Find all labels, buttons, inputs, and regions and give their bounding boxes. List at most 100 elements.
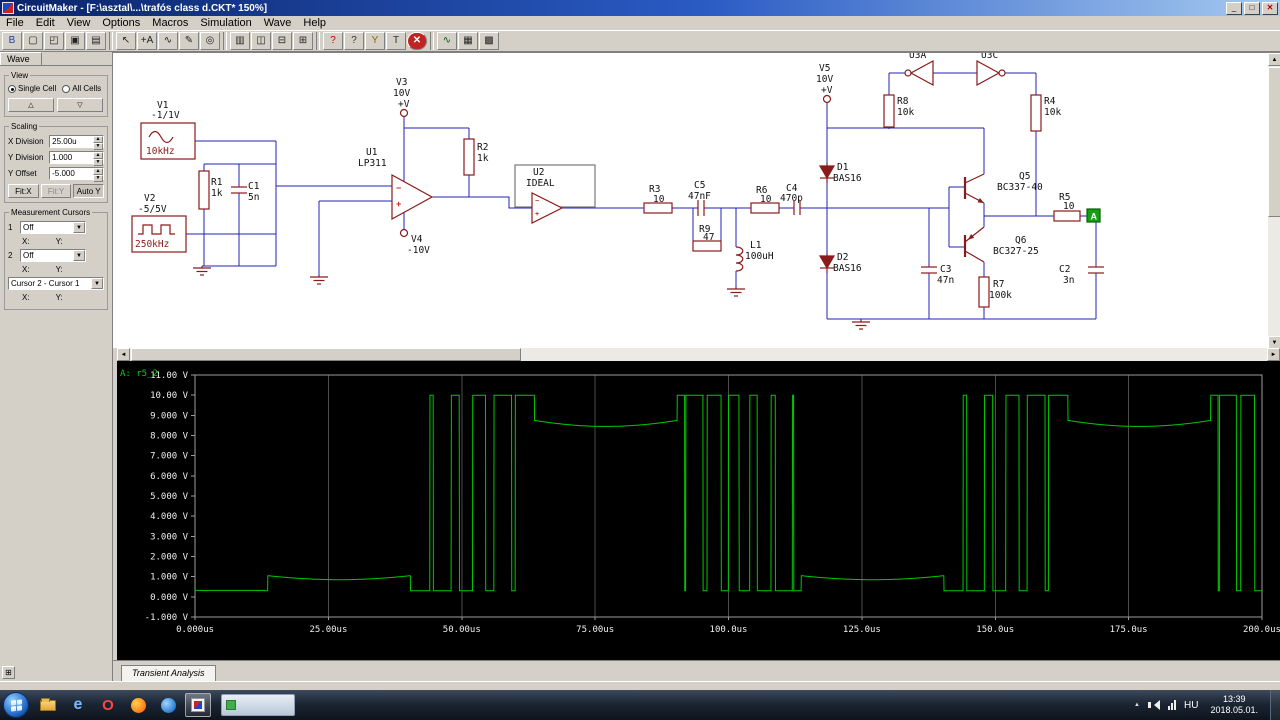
circuitmaker-logo-button[interactable]: B <box>2 32 22 50</box>
schematic-vscrollbar[interactable]: ▲ ▼ <box>1267 53 1280 348</box>
probe-time-button[interactable]: T <box>386 32 406 50</box>
device-capv[interactable] <box>1088 266 1104 274</box>
device-indv[interactable] <box>735 246 744 272</box>
waveform-plot[interactable]: 11.00 V10.00 V9.000 V8.000 V7.000 V6.000… <box>117 361 1280 660</box>
device-res[interactable] <box>883 94 895 128</box>
spin-down-icon[interactable]: ▼ <box>93 175 103 182</box>
spin-up-icon[interactable]: ▲ <box>93 136 103 143</box>
cell-down-button[interactable]: ▽ <box>57 98 103 112</box>
cursor1-mode-select[interactable]: Off ▼ <box>20 221 86 234</box>
schematic-devices[interactable]: −+ −+ A <box>131 59 1104 330</box>
menu-macros[interactable]: Macros <box>146 17 194 29</box>
menu-file[interactable]: File <box>0 17 30 29</box>
y-offset-spinner[interactable]: ▲ ▼ <box>93 168 103 182</box>
device-npn[interactable] <box>963 173 985 204</box>
device-pwr[interactable] <box>399 108 409 118</box>
device-pnp[interactable] <box>963 226 985 263</box>
hscroll-thumb[interactable] <box>131 348 521 361</box>
taskbar-explorer-button[interactable] <box>35 693 61 717</box>
chevron-down-icon[interactable]: ▼ <box>73 250 85 261</box>
tray-expand-icon[interactable]: ▲ <box>1134 702 1140 708</box>
menu-wave[interactable]: Wave <box>258 17 298 29</box>
close-button[interactable]: ✕ <box>1262 1 1278 15</box>
chevron-down-icon[interactable]: ▼ <box>91 278 103 289</box>
language-indicator[interactable]: HU <box>1184 700 1198 711</box>
menu-options[interactable]: Options <box>96 17 146 29</box>
scroll-up-button[interactable]: ▲ <box>1268 53 1280 66</box>
multi-sheet-button[interactable]: ◫ <box>251 32 271 50</box>
minimize-button[interactable]: _ <box>1226 1 1242 15</box>
tab-transient-analysis[interactable]: Transient Analysis <box>121 665 216 681</box>
taskbar-opera-button[interactable]: O <box>95 693 121 717</box>
start-button[interactable] <box>3 692 29 718</box>
tab-wave[interactable]: Wave <box>0 52 42 66</box>
save-button[interactable]: ▣ <box>65 32 85 50</box>
device-gnd[interactable] <box>852 320 870 330</box>
run-analyses-button[interactable]: ∿ <box>437 32 457 50</box>
vscroll-thumb[interactable] <box>1268 67 1280 217</box>
spin-up-icon[interactable]: ▲ <box>93 152 103 159</box>
arrow-tool-button[interactable]: ↖ <box>116 32 136 50</box>
probe-marker[interactable]: A <box>1086 208 1101 223</box>
text-tool-button[interactable]: +A <box>137 32 157 50</box>
erase-tool-button[interactable]: ✎ <box>179 32 199 50</box>
cursor2-mode-select[interactable]: Off ▼ <box>20 249 86 262</box>
maximize-button[interactable]: □ <box>1244 1 1260 15</box>
taskbar-window-button[interactable] <box>221 694 295 716</box>
y-division-input[interactable]: 1.000 ▲ ▼ <box>49 151 104 166</box>
x-division-input[interactable]: 25.00u ▲ ▼ <box>49 135 104 150</box>
help-button[interactable]: ? <box>323 32 343 50</box>
menu-help[interactable]: Help <box>297 17 332 29</box>
schematic-wires[interactable] <box>186 72 1097 322</box>
fit-x-button[interactable]: Fit:X <box>8 184 39 198</box>
wave-grid-button[interactable]: ⊞ <box>2 666 15 679</box>
device-gnd[interactable] <box>310 275 328 285</box>
taskbar-clock[interactable]: 13:39 2018.05.01. <box>1206 694 1262 717</box>
radio-single-cell[interactable]: Single Cell <box>8 84 56 93</box>
show-desktop-button[interactable] <box>1270 690 1280 720</box>
x-division-spinner[interactable]: ▲ ▼ <box>93 136 103 150</box>
device-gnd[interactable] <box>193 266 211 276</box>
device-res[interactable] <box>463 138 475 176</box>
scroll-down-button[interactable]: ▼ <box>1268 336 1280 348</box>
menu-view[interactable]: View <box>61 17 97 29</box>
device-pwr[interactable] <box>822 94 832 104</box>
schematic-area[interactable]: − + − + A V1 -1/1V 10kHz V2 -5/5V 250kHz R1 1k C1 5n U1… <box>113 52 1280 348</box>
taskbar-app-button[interactable] <box>155 693 181 717</box>
volume-icon[interactable] <box>1148 700 1160 710</box>
device-res[interactable] <box>1053 210 1081 222</box>
device-res[interactable] <box>978 276 990 308</box>
y-offset-input[interactable]: -5.000 ▲ ▼ <box>49 167 104 182</box>
device-pwr[interactable] <box>399 228 409 238</box>
stop-simulation-button[interactable]: ✕ <box>407 32 427 50</box>
print-button[interactable]: ▤ <box>86 32 106 50</box>
split-vertical-button[interactable]: ⊞ <box>293 32 313 50</box>
report-button[interactable]: ▩ <box>479 32 499 50</box>
device-capv[interactable] <box>921 266 937 274</box>
device-caph[interactable] <box>697 200 705 216</box>
device-invR[interactable] <box>976 59 1006 87</box>
schematic-canvas[interactable]: −+ −+ AV1-1/1V10kHzV2-5/5V250kHzR11kC15nU1… <box>117 53 1267 348</box>
device-opamp[interactable]: −+ <box>391 173 434 221</box>
device-res[interactable] <box>198 170 210 210</box>
schematic-hscrollbar[interactable]: ◄ ► <box>117 348 1280 361</box>
new-button[interactable]: ▢ <box>23 32 43 50</box>
y-division-spinner[interactable]: ▲ ▼ <box>93 152 103 166</box>
menu-edit[interactable]: Edit <box>30 17 61 29</box>
taskbar-circuitmaker-button[interactable] <box>185 693 211 717</box>
wire-tool-button[interactable]: ∿ <box>158 32 178 50</box>
auto-y-button[interactable]: Auto Y <box>73 184 105 198</box>
taskbar-ie-button[interactable]: e <box>65 693 91 717</box>
spin-down-icon[interactable]: ▼ <box>93 143 103 150</box>
device-diode[interactable] <box>818 253 836 273</box>
taskbar-firefox-button[interactable] <box>125 693 151 717</box>
split-horizontal-button[interactable]: ⊟ <box>272 32 292 50</box>
cell-up-button[interactable]: △ <box>8 98 54 112</box>
sheet-view-button[interactable]: ▥ <box>230 32 250 50</box>
context-help-button[interactable]: ? <box>344 32 364 50</box>
device-capv[interactable] <box>231 186 247 194</box>
spin-up-icon[interactable]: ▲ <box>93 168 103 175</box>
radio-all-cells[interactable]: All Cells <box>62 84 101 93</box>
fit-y-button[interactable]: Fit:Y <box>40 184 72 198</box>
menu-simulation[interactable]: Simulation <box>194 17 257 29</box>
